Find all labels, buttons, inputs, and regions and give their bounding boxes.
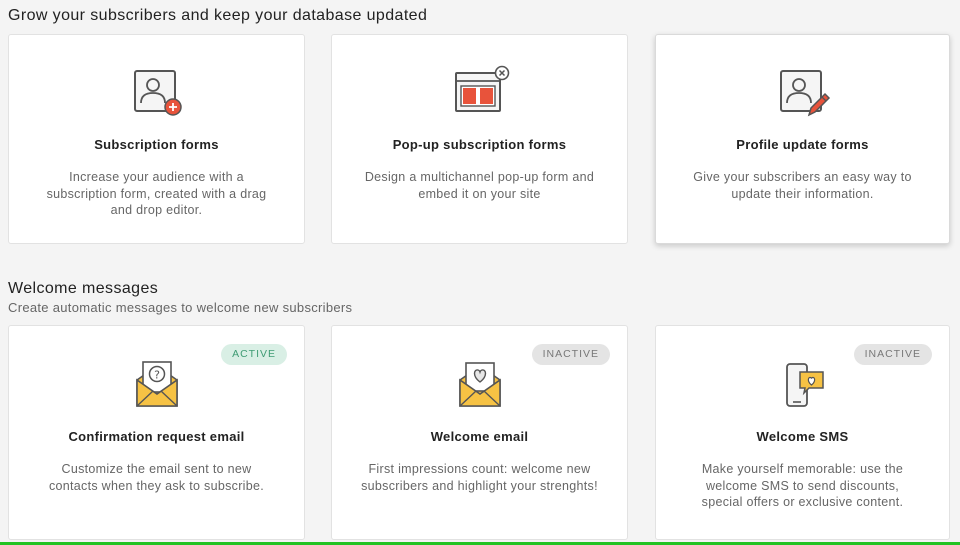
card-title: Subscription forms <box>94 137 219 152</box>
status-badge: INACTIVE <box>531 344 610 365</box>
card-title: Welcome email <box>430 429 529 444</box>
grow-section-title: Grow your subscribers and keep your data… <box>8 7 428 24</box>
card-popup-subscription-forms[interactable]: Pop-up subscription forms Design a multi… <box>331 34 628 244</box>
card-description: First impressions count: welcome new sub… <box>361 462 598 493</box>
card-description: Increase your audience with a subscripti… <box>46 170 267 217</box>
status-badge: INACTIVE <box>853 344 932 365</box>
welcome-section-subtitle: Create automatic messages to welcome new… <box>8 300 353 315</box>
card-title: Welcome SMS <box>756 429 849 444</box>
card-profile-update-forms[interactable]: Profile update forms Give your subscribe… <box>655 34 950 244</box>
svg-text:?: ? <box>154 369 160 382</box>
status-badge: ACTIVE <box>221 344 287 365</box>
card-title: Profile update forms <box>736 137 869 152</box>
card-description: Give your subscribers an easy way to upd… <box>693 170 912 201</box>
card-welcome-email[interactable]: INACTIVE Welcome email First impressions… <box>331 325 628 540</box>
card-description: Design a multichannel pop-up form and em… <box>364 170 595 201</box>
welcome-section-title: Welcome messages <box>8 280 159 297</box>
card-subscription-forms[interactable]: Subscription forms Increase your audienc… <box>8 34 305 244</box>
card-title: Pop-up subscription forms <box>392 137 567 152</box>
card-confirmation-request-email[interactable]: ACTIVE ? Confirmation request email Cust… <box>8 325 305 540</box>
popup-form-icon <box>450 65 510 121</box>
sms-phone-icon <box>773 358 833 414</box>
profile-edit-icon <box>773 65 833 121</box>
page: Grow your subscribers and keep your data… <box>0 0 960 545</box>
question-envelope-icon: ? <box>127 358 187 414</box>
card-description: Customize the email sent to new contacts… <box>48 462 265 493</box>
heart-envelope-icon <box>450 358 510 414</box>
card-description: Make yourself memorable: use the welcome… <box>701 462 904 509</box>
card-welcome-sms[interactable]: INACTIVE Welcome SMS Make yourself memor… <box>655 325 950 540</box>
subscription-form-icon <box>127 65 187 121</box>
card-title: Confirmation request email <box>68 429 245 444</box>
